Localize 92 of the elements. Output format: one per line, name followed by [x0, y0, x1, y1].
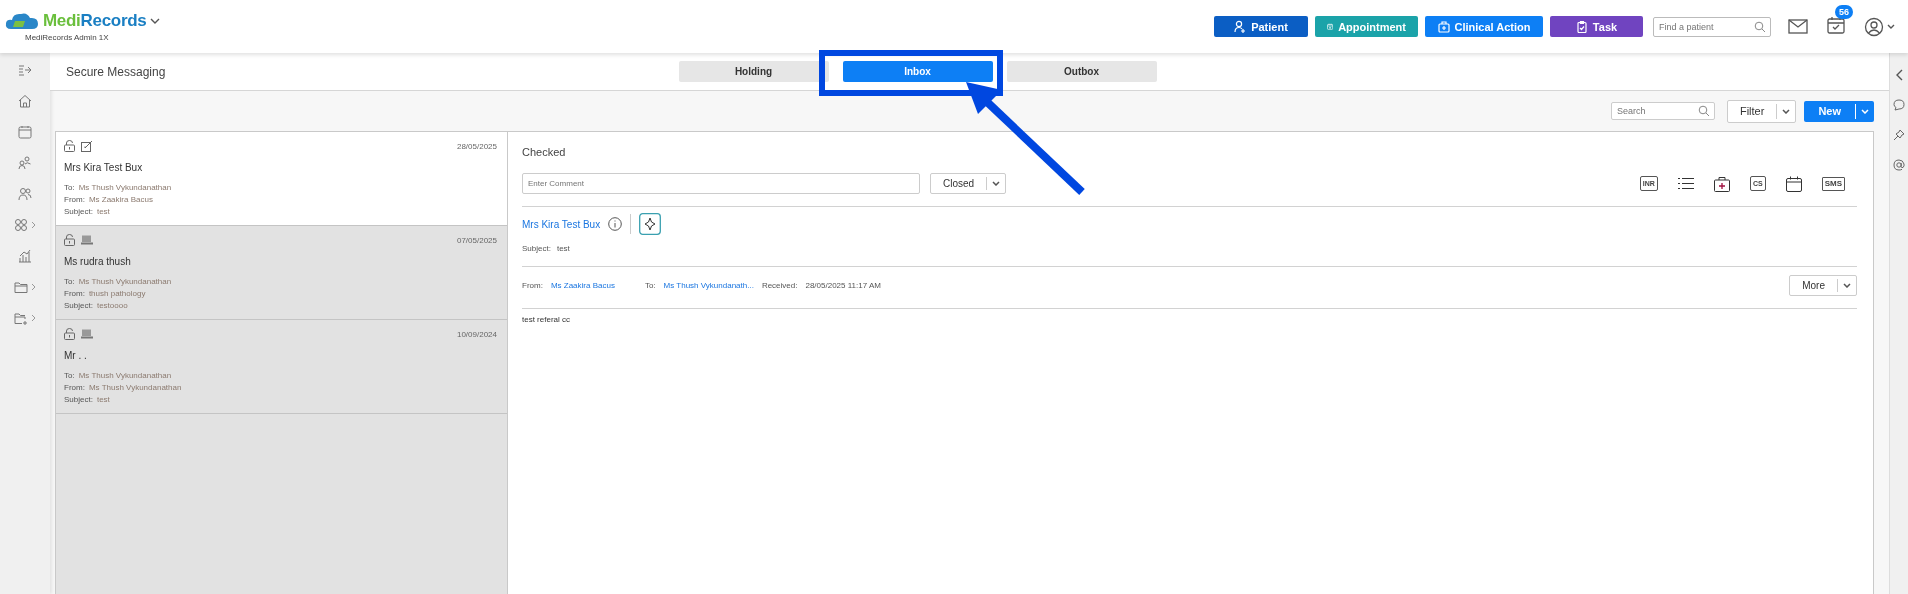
pin-icon[interactable] [1893, 129, 1905, 141]
field-value: Ms Thush Vykundanathan [78, 277, 172, 287]
field-label: From: [522, 281, 543, 290]
caret-icon[interactable] [150, 18, 161, 24]
chevron-right-icon[interactable] [31, 314, 36, 322]
field-label: Subject: [64, 395, 93, 405]
caret-icon [1843, 283, 1851, 288]
page-title: Secure Messaging [66, 64, 166, 79]
field-label: From: [64, 383, 85, 393]
chevron-right-icon[interactable] [31, 283, 36, 291]
padlock-icon [64, 140, 75, 152]
tab[interactable]: Holding [678, 61, 829, 82]
people-icon[interactable] [18, 187, 32, 201]
at-sign-icon[interactable] [1893, 159, 1905, 171]
message-item[interactable]: 28/05/2025 Mrs Kira Test Bux To: Ms Thush Vykundanathan From: Ms Zaakira Bacus Subject: test [56, 132, 507, 226]
received-date: 28/05/2025 11:17 AM [805, 281, 881, 290]
comment-field[interactable]: Enter Comment [522, 173, 920, 194]
edit-note-icon [81, 140, 93, 152]
field-label: To: [64, 183, 75, 193]
field-value: Ms Thush Vykundanathan [78, 371, 172, 381]
caret-icon [1782, 108, 1791, 114]
message-item[interactable]: 07/05/2025 Ms rudra thush To: Ms Thush Vykundanathan From: thush pathology Subject: testoooo [56, 226, 507, 320]
medical-kit-icon [1437, 20, 1450, 33]
speech-bubble-icon[interactable]: SMS [1821, 176, 1845, 191]
chevron-left-icon[interactable] [1895, 69, 1903, 81]
patient-search-field[interactable]: Find a patient [1653, 16, 1771, 37]
chevron-right-icon[interactable] [31, 221, 36, 229]
tab[interactable]: Outbox [1006, 61, 1157, 82]
sender-name: Mr . . [64, 350, 87, 361]
folder-icon[interactable] [14, 280, 28, 294]
padlock-icon [64, 234, 75, 246]
field-label: Subject: [522, 244, 551, 254]
chat-icon[interactable] [1893, 99, 1905, 111]
calendar-check-icon[interactable] [1827, 15, 1845, 34]
field-label: To: [64, 277, 75, 287]
monitor-icon [81, 235, 93, 245]
sender-link[interactable]: Ms Zaakira Bacus [550, 281, 615, 290]
message-date: 28/05/2025 [456, 141, 497, 151]
header-action-button[interactable]: Task [1550, 16, 1643, 37]
message-item[interactable]: 10/09/2024 Mr . . To: Ms Thush Vykundanathan From: Ms Thush Vykundanathan Subject: test [56, 320, 507, 414]
list-icon[interactable] [1677, 177, 1694, 190]
menu-collapse-icon[interactable] [18, 63, 32, 77]
field-label: To: [644, 281, 656, 290]
field-value: Ms Zaakira Bacus [88, 195, 153, 205]
field-value: thush pathology [88, 289, 146, 299]
field-value: test [96, 207, 110, 217]
tab[interactable]: Inbox [842, 61, 993, 82]
field-label: From: [64, 195, 85, 205]
field-label: Subject: [64, 301, 93, 311]
mail-icon[interactable] [1788, 19, 1808, 34]
monitor-icon [81, 329, 93, 339]
user-avatar-icon[interactable] [1864, 16, 1896, 37]
field-value: testoooo [96, 301, 128, 311]
message-date: 10/09/2024 [456, 329, 497, 339]
field-value: test [556, 244, 570, 254]
search-icon [1754, 20, 1766, 33]
sender-name: Ms rudra thush [64, 256, 131, 267]
caret-icon [1861, 108, 1869, 114]
apps-icon[interactable] [14, 218, 28, 232]
field-label: From: [64, 289, 85, 299]
notification-badge: 56 [1835, 4, 1853, 19]
message-date: 07/05/2025 [456, 235, 497, 245]
caret-icon [992, 181, 1001, 186]
patient-link[interactable]: Mrs Kira Test Bux [522, 218, 601, 230]
message-status: Checked [522, 146, 566, 158]
account-name: MediRecords Admin 1X [25, 33, 110, 42]
field-label: Received: [761, 281, 798, 290]
people-group-icon[interactable] [18, 156, 32, 170]
field-value: test [96, 395, 110, 405]
info-icon[interactable] [608, 217, 623, 231]
search-field[interactable]: Search [1610, 102, 1715, 120]
sender-name: Mrs Kira Test Bux [64, 162, 143, 173]
header-action-button[interactable]: Clinical Action [1425, 16, 1543, 37]
sparkle-button-icon[interactable] [639, 213, 662, 235]
recipient-link[interactable]: Ms Thush Vykundanath... [663, 281, 754, 290]
search-icon [1697, 105, 1710, 117]
folder-plus-icon[interactable] [14, 311, 28, 325]
message-body: test referal cc [522, 315, 570, 324]
cloud-logo-icon [5, 11, 39, 31]
field-label: To: [64, 371, 75, 381]
chart-icon[interactable] [18, 249, 32, 263]
field-value: Ms Thush Vykundanathan [88, 383, 182, 393]
medical-kit-icon[interactable] [1713, 175, 1730, 192]
field-value: Ms Thush Vykundanathan [78, 183, 172, 193]
calendar-icon[interactable] [1785, 175, 1802, 192]
padlock-icon [64, 328, 75, 340]
add-person-icon [1234, 20, 1247, 33]
field-label: Subject: [64, 207, 93, 217]
logo-text[interactable]: MediRecords [43, 11, 147, 31]
clipboard-check-icon [1575, 20, 1588, 33]
home-icon[interactable] [18, 94, 32, 108]
header-action-button[interactable]: Patient [1214, 16, 1308, 37]
